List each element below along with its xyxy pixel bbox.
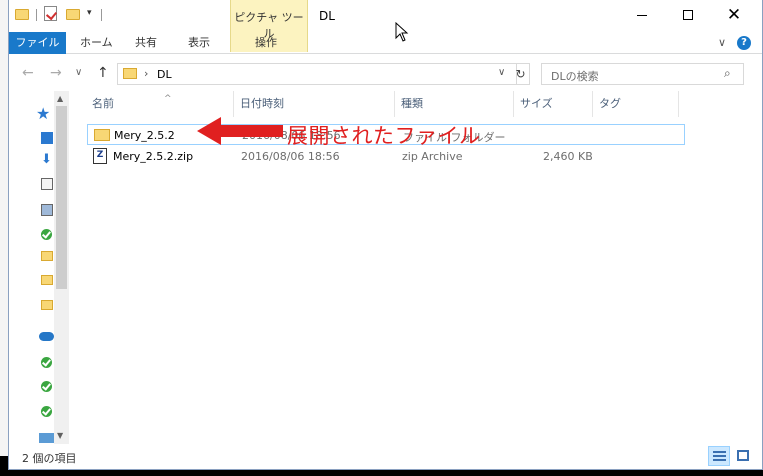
- navigation-bar: ← → ∨ ↑ › DL ∨ ↻ DLの検索 ⌕: [9, 55, 762, 91]
- onedrive-icon[interactable]: [39, 332, 54, 341]
- address-path-segment[interactable]: DL: [157, 68, 172, 81]
- window-title: DL: [319, 9, 335, 23]
- synced-folder-icon[interactable]: [41, 381, 52, 392]
- background-desktop-strip: [0, 0, 8, 476]
- scroll-up-icon[interactable]: ▲: [57, 94, 63, 103]
- folder-icon[interactable]: [41, 300, 53, 310]
- new-folder-icon[interactable]: [66, 6, 82, 22]
- tab-manage[interactable]: 操作: [255, 32, 277, 54]
- folder-icon[interactable]: [41, 275, 53, 285]
- synced-folder-icon[interactable]: [41, 406, 52, 417]
- file-type: zip Archive: [402, 150, 463, 163]
- folder-icon: [94, 129, 110, 141]
- address-folder-icon: [123, 68, 137, 79]
- address-dropdown-icon[interactable]: ∨: [498, 67, 505, 78]
- search-box[interactable]: DLの検索 ⌕: [541, 63, 744, 85]
- address-bar[interactable]: › DL ∨: [117, 63, 517, 85]
- forward-arrow-icon[interactable]: →: [50, 65, 62, 81]
- column-header-size[interactable]: サイズ: [514, 91, 593, 117]
- tab-share[interactable]: 共有: [135, 32, 157, 54]
- zip-file-icon: Z: [93, 148, 107, 164]
- star-icon[interactable]: ★: [36, 104, 50, 123]
- sort-ascending-icon: ^: [164, 94, 172, 104]
- scroll-down-icon[interactable]: ▼: [57, 431, 63, 440]
- tab-file[interactable]: ファイル: [9, 32, 66, 54]
- large-icons-view-icon[interactable]: [733, 446, 755, 466]
- expand-ribbon-icon[interactable]: ∨: [718, 36, 726, 49]
- item-count: 2 個の項目: [22, 452, 77, 465]
- annotation-label: 展開されたファイル: [287, 124, 481, 148]
- column-header-type[interactable]: 種類: [395, 91, 514, 117]
- column-header-name-label: 名前: [92, 97, 114, 110]
- help-icon[interactable]: ?: [737, 36, 751, 50]
- details-view-icon[interactable]: [708, 446, 730, 466]
- minimize-button[interactable]: [619, 0, 665, 30]
- status-bar: 2 個の項目: [9, 444, 762, 470]
- search-input[interactable]: DLの検索: [551, 68, 599, 84]
- title-bar: ▾ ピクチャ ツール DL ✕: [9, 0, 762, 52]
- close-button[interactable]: ✕: [711, 0, 757, 30]
- chevron-right-icon[interactable]: ›: [144, 67, 148, 80]
- tab-view[interactable]: 表示: [188, 32, 210, 54]
- explorer-window: ▾ ピクチャ ツール DL ✕ ファイル ホーム 共有 表示 操作 ∨ ? ← …: [8, 0, 763, 470]
- documents-icon[interactable]: [41, 178, 53, 190]
- pictures-icon[interactable]: [41, 204, 53, 216]
- annotation-arrow-icon: [197, 116, 285, 149]
- search-icon[interactable]: ⌕: [724, 66, 731, 81]
- up-arrow-icon[interactable]: ↑: [97, 65, 109, 81]
- minimize-icon: [637, 14, 647, 16]
- properties-check-icon[interactable]: [44, 6, 60, 22]
- column-header-tag[interactable]: タグ: [593, 91, 679, 117]
- quick-access-separator-2: [101, 9, 102, 21]
- navigation-pane-scrollbar[interactable]: ▲ ▼: [54, 91, 69, 444]
- file-name: Mery_2.5.2.zip: [113, 150, 194, 163]
- column-header-date[interactable]: 日付時刻: [234, 91, 395, 117]
- navigation-pane: ★ ⬇ ▲ ▼: [9, 91, 71, 444]
- maximize-button[interactable]: [665, 0, 711, 30]
- refresh-icon[interactable]: ↻: [512, 63, 530, 85]
- synced-folder-icon[interactable]: [41, 357, 52, 368]
- maximize-icon: [683, 10, 693, 20]
- recent-locations-icon[interactable]: ∨: [75, 67, 82, 78]
- synced-folder-icon[interactable]: [41, 229, 52, 240]
- quick-access-separator: [36, 9, 37, 21]
- close-icon: ✕: [726, 4, 742, 25]
- quick-access-folder-icon[interactable]: [15, 6, 31, 22]
- customize-toolbar-dropdown-icon[interactable]: ▾: [87, 8, 92, 18]
- tab-home[interactable]: ホーム: [80, 32, 113, 54]
- file-name: Mery_2.5.2: [114, 129, 175, 142]
- back-arrow-icon[interactable]: ←: [22, 65, 34, 81]
- ribbon-tab-bar: ファイル ホーム 共有 表示 操作 ∨ ?: [9, 32, 762, 54]
- file-date: 2016/08/06 18:56: [241, 150, 340, 163]
- this-pc-icon[interactable]: [39, 433, 54, 443]
- scrollbar-thumb[interactable]: [56, 106, 67, 289]
- folder-icon[interactable]: [41, 251, 53, 261]
- column-header-name[interactable]: 名前 ^: [86, 91, 234, 117]
- desktop-icon[interactable]: [41, 132, 53, 144]
- download-icon[interactable]: ⬇: [41, 153, 53, 166]
- file-size: 2,460 KB: [543, 150, 593, 163]
